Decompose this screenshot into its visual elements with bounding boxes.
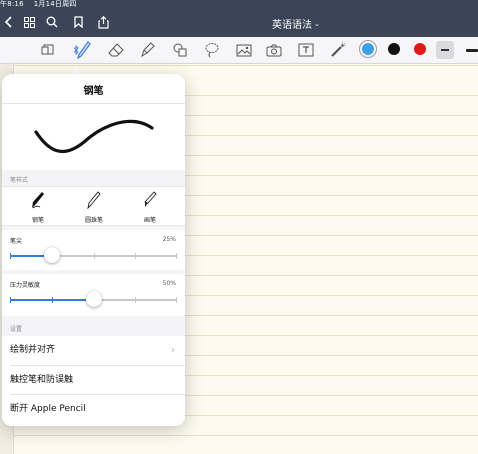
slider-tick [52, 297, 53, 303]
menu-item-draw-and-snap[interactable]: 绘制并对齐 › [2, 336, 185, 365]
menu-item-disconnect-pencil[interactable]: 断开 Apple Pencil [2, 395, 185, 426]
stroke-preview [34, 119, 154, 154]
document-title[interactable]: 英语语法 ⌄ [272, 16, 320, 32]
color-swatch-red[interactable] [414, 43, 426, 55]
pressure-label: 压力灵敏度 [10, 282, 41, 289]
tip-size-track[interactable] [10, 247, 177, 263]
drawing-toolbar [0, 37, 478, 64]
settings-section-label: 设置 [10, 326, 23, 333]
pressure-slider-block: 压力灵敏度 50% [2, 274, 185, 316]
pen-tool-icon[interactable] [76, 41, 92, 59]
pressure-value: 50% [162, 280, 176, 287]
read-mode-icon[interactable] [40, 42, 56, 58]
tip-size-label: 笔尖 [10, 238, 23, 245]
chevron-right-icon: › [171, 345, 175, 356]
slider-tick [176, 253, 177, 259]
text-tool-icon[interactable] [298, 42, 314, 58]
slider-tick [94, 253, 95, 259]
pen-type-brush[interactable]: 画笔 [130, 191, 170, 224]
grid-icon[interactable] [22, 15, 36, 29]
menu-item-label: 断开 Apple Pencil [10, 404, 86, 414]
slider-tick [135, 297, 136, 303]
pressure-track[interactable] [10, 291, 177, 307]
ballpoint-pen-icon [87, 191, 101, 210]
pen-type-label: 圆珠笔 [84, 217, 103, 224]
document-title-text: 英语语法 [272, 20, 312, 31]
style-section-header: 笔样式 [2, 170, 185, 186]
pen-type-ballpoint[interactable]: 圆珠笔 [74, 191, 114, 224]
image-tool-icon[interactable] [236, 42, 252, 58]
search-icon[interactable] [45, 15, 59, 29]
pen-type-label: 画笔 [143, 217, 156, 224]
settings-section-header: 设置 [2, 316, 185, 336]
title-chevron-icon: ⌄ [314, 19, 320, 28]
menu-item-label: 触控笔和防误触 [10, 375, 74, 385]
slider-tick [10, 253, 11, 259]
laser-pointer-tool-icon[interactable] [330, 42, 346, 58]
pen-type-fountain[interactable]: 钢笔 [18, 191, 58, 224]
lasso-tool-icon[interactable] [204, 42, 220, 58]
highlighter-tool-icon[interactable] [140, 42, 156, 58]
brush-pen-icon [144, 191, 157, 207]
color-swatch-black[interactable] [388, 43, 400, 55]
menu-item-stylus-palm-rejection[interactable]: 触控笔和防误触 [2, 366, 185, 395]
pen-style-row: 钢笔 圆珠笔 画笔 [2, 186, 185, 226]
status-date: 1月14日周四 [33, 0, 77, 8]
color-swatch-blue[interactable] [362, 43, 374, 55]
status-bar: 午8:16 1月14日周四 [0, 0, 87, 9]
share-icon[interactable] [96, 15, 110, 29]
slider-tick [135, 253, 136, 259]
pen-settings-popover: 钢笔 笔样式 钢笔 圆珠笔 画笔 笔尖 25% 压力灵敏度 50% 设置 绘制并… [2, 74, 185, 426]
pressure-knob[interactable] [86, 291, 102, 307]
tip-size-knob[interactable] [44, 247, 60, 263]
thickness-thin-button[interactable] [436, 41, 454, 59]
bookmark-icon[interactable] [71, 15, 85, 29]
fountain-pen-icon [32, 192, 44, 209]
shapes-tool-icon[interactable] [172, 42, 188, 58]
tip-size-slider-block: 笔尖 25% [2, 230, 185, 270]
menu-item-label: 绘制并对齐 [10, 345, 56, 355]
navigation-bar: 午8:16 1月14日周四 英语语法 ⌄ [0, 0, 478, 37]
slider-tick [176, 297, 177, 303]
style-section-label: 笔样式 [10, 177, 29, 184]
back-icon[interactable] [2, 15, 16, 29]
camera-tool-icon[interactable] [266, 42, 282, 58]
tip-size-value: 25% [162, 236, 176, 243]
pen-type-label: 钢笔 [31, 217, 44, 224]
popover-title: 钢笔 [83, 86, 104, 97]
eraser-tool-icon[interactable] [108, 42, 124, 58]
slider-tick [10, 297, 11, 303]
status-time: 午8:16 [0, 0, 24, 8]
thickness-medium-button[interactable] [466, 49, 478, 52]
divider [2, 103, 185, 104]
